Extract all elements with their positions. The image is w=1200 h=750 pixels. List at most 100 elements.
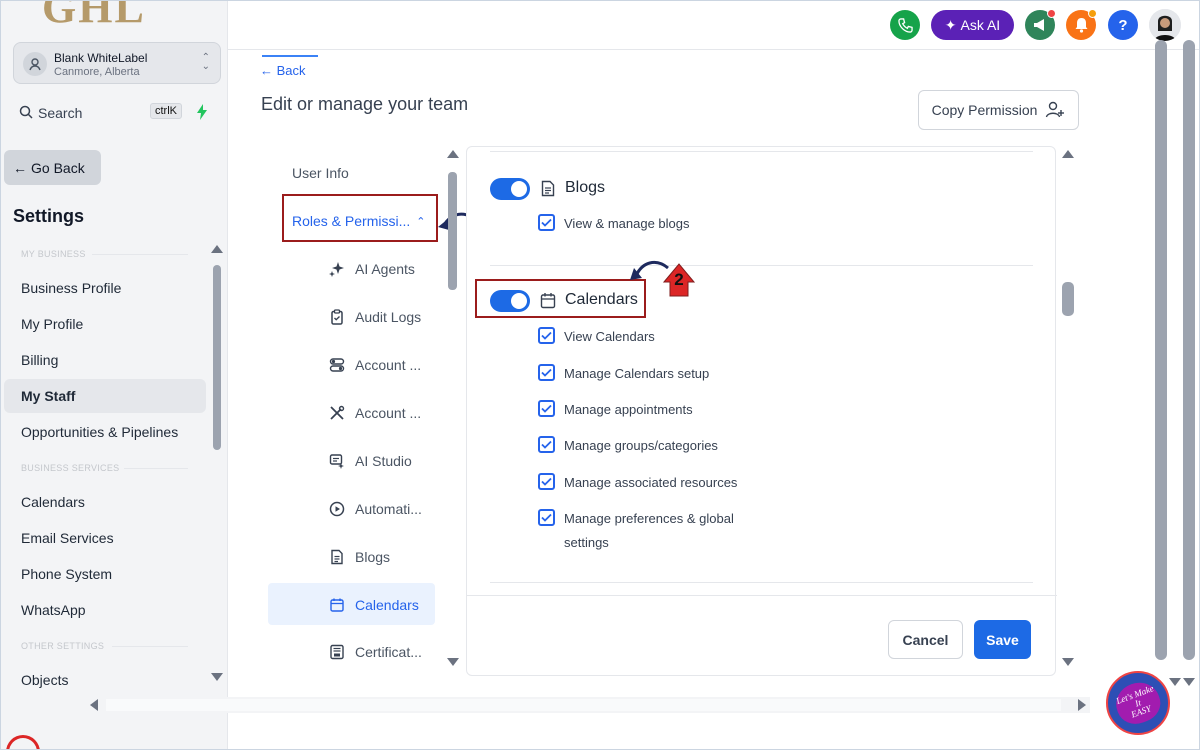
highlight-calendars-box bbox=[475, 279, 646, 318]
page-scroll-thumb[interactable] bbox=[1155, 40, 1167, 660]
sidebar-scroll-thumb[interactable] bbox=[213, 265, 221, 450]
perm-view-calendars[interactable]: View Calendars bbox=[538, 327, 764, 346]
scroll-down-arrow[interactable] bbox=[1062, 658, 1074, 666]
phone-icon bbox=[897, 17, 913, 33]
avatar[interactable] bbox=[1149, 9, 1181, 41]
perm-label: Manage appointments bbox=[564, 402, 693, 417]
announcements-button[interactable] bbox=[1025, 9, 1056, 40]
checkbox-checked[interactable] bbox=[538, 436, 555, 453]
settings-sidebar: GHL Blank WhiteLabel Canmore, Alberta ⌃ ⌄… bbox=[0, 0, 228, 750]
scroll-down-arrow[interactable] bbox=[211, 673, 223, 681]
subnav-calendars[interactable]: Calendars bbox=[329, 597, 419, 613]
location-icon bbox=[23, 52, 47, 76]
user-plus-icon bbox=[1046, 101, 1065, 118]
sidebar-scrollbar[interactable] bbox=[211, 245, 223, 685]
subnav-certificates[interactable]: Certificat... bbox=[329, 644, 422, 660]
notifications-button[interactable] bbox=[1066, 9, 1097, 40]
panel-scrollbar[interactable] bbox=[1061, 150, 1075, 670]
sidebar-item-opportunities[interactable]: Opportunities & Pipelines bbox=[4, 415, 206, 449]
subnav-blogs[interactable]: Blogs bbox=[329, 549, 390, 565]
megaphone-icon bbox=[1034, 19, 1044, 31]
subnav-label: Account ... bbox=[355, 405, 422, 421]
back-link[interactable]: ← Back bbox=[260, 63, 306, 78]
heart-icon: Let's Make It EASY bbox=[1110, 676, 1166, 730]
sidebar-item-phone-system[interactable]: Phone System bbox=[4, 557, 206, 591]
blogs-section-title: Blogs bbox=[540, 179, 605, 197]
blogs-title: Blogs bbox=[565, 179, 606, 196]
checkbox-checked[interactable] bbox=[538, 327, 555, 344]
bell-icon bbox=[1075, 18, 1087, 33]
window-scroll-thumb[interactable] bbox=[1183, 40, 1195, 660]
ask-ai-button[interactable]: ✦ Ask AI bbox=[931, 10, 1014, 40]
perm-manage-resources[interactable]: Manage associated resources bbox=[538, 473, 764, 492]
subnav-label: Audit Logs bbox=[355, 309, 422, 325]
arrow-left-icon: ← bbox=[13, 159, 27, 176]
scroll-up-arrow[interactable] bbox=[447, 150, 459, 158]
ai-studio-icon bbox=[329, 454, 344, 469]
perm-label: View & manage blogs bbox=[564, 216, 690, 231]
subnav-audit-logs[interactable]: Audit Logs bbox=[329, 309, 421, 325]
sidebar-item-calendars[interactable]: Calendars bbox=[4, 485, 206, 519]
scroll-right-arrow[interactable] bbox=[1078, 699, 1086, 711]
divider bbox=[490, 265, 1033, 266]
perm-label: Manage groups/categories bbox=[564, 438, 718, 453]
horizontal-scroll-thumb[interactable] bbox=[106, 699, 1061, 711]
page-scrollbar[interactable] bbox=[1155, 40, 1195, 690]
sidebar-item-whatsapp[interactable]: WhatsApp bbox=[4, 593, 206, 627]
scroll-up-arrow[interactable] bbox=[1062, 150, 1074, 158]
subnav-scrollbar[interactable] bbox=[446, 150, 460, 670]
cancel-button[interactable]: Cancel bbox=[888, 620, 963, 659]
notification-dot bbox=[1047, 9, 1056, 18]
scroll-left-arrow[interactable] bbox=[90, 699, 98, 711]
blogs-toggle[interactable] bbox=[490, 178, 530, 200]
subnav-automation[interactable]: Automati... bbox=[329, 501, 422, 517]
perm-manage-groups[interactable]: Manage groups/categories bbox=[538, 436, 764, 455]
page-title: Edit or manage your team bbox=[261, 94, 469, 114]
scroll-down-arrow[interactable] bbox=[1183, 678, 1195, 686]
search-shortcut: ctrlK bbox=[150, 103, 182, 119]
subnav-user-info[interactable]: User Info bbox=[292, 165, 349, 181]
go-back-label: Go Back bbox=[31, 159, 85, 176]
watermark-badge: Let's Make It EASY bbox=[1106, 671, 1170, 735]
subnav-ai-agents[interactable]: AI Agents bbox=[329, 261, 415, 277]
scroll-down-arrow[interactable] bbox=[447, 658, 459, 666]
perm-manage-appointments[interactable]: Manage appointments bbox=[538, 400, 764, 419]
phone-button[interactable] bbox=[890, 10, 920, 40]
sidebar-item-my-staff[interactable]: My Staff bbox=[4, 379, 206, 413]
subnav-scroll-thumb[interactable] bbox=[448, 172, 457, 290]
subnav-account-2[interactable]: Account ... bbox=[329, 405, 421, 421]
checkbox-checked[interactable] bbox=[538, 509, 555, 526]
divider bbox=[490, 582, 1033, 583]
quick-action-bolt-icon[interactable] bbox=[196, 104, 208, 123]
help-button[interactable]: ? bbox=[1108, 10, 1138, 40]
checkbox-checked[interactable] bbox=[538, 400, 555, 417]
panel-scroll-thumb[interactable] bbox=[1062, 282, 1074, 316]
section-business-services: BUSINESS SERVICES bbox=[21, 463, 120, 473]
sidebar-item-objects[interactable]: Objects bbox=[4, 663, 206, 697]
scroll-up-arrow[interactable] bbox=[211, 245, 223, 253]
search-input[interactable]: Search ctrlK bbox=[13, 99, 188, 126]
checkbox-checked[interactable] bbox=[538, 473, 555, 490]
sparkle-icon bbox=[329, 262, 344, 277]
checkbox-checked[interactable] bbox=[538, 214, 555, 231]
location-switcher[interactable]: Blank WhiteLabel Canmore, Alberta ⌃ ⌄ bbox=[13, 42, 221, 84]
sidebar-item-billing[interactable]: Billing bbox=[4, 343, 206, 377]
subnav-account-1[interactable]: Account ... bbox=[329, 357, 421, 373]
sidebar-item-business-profile[interactable]: Business Profile bbox=[4, 271, 206, 305]
subnav-ai-studio[interactable]: AI Studio bbox=[329, 453, 412, 469]
perm-manage-preferences[interactable]: Manage preferences & global settings bbox=[538, 509, 759, 555]
checkbox-checked[interactable] bbox=[538, 364, 555, 381]
sidebar-item-my-profile[interactable]: My Profile bbox=[4, 307, 206, 341]
go-back-button[interactable]: ← Go Back bbox=[4, 150, 101, 185]
settings-title: Settings bbox=[13, 206, 85, 226]
perm-view-manage-blogs[interactable]: View & manage blogs bbox=[538, 214, 764, 233]
sidebar-item-email-services[interactable]: Email Services bbox=[4, 521, 206, 555]
horizontal-scrollbar[interactable] bbox=[86, 697, 1090, 713]
perm-label: Manage Calendars setup bbox=[564, 366, 710, 381]
perm-manage-calendars-setup[interactable]: Manage Calendars setup bbox=[538, 364, 764, 383]
ask-ai-label: Ask AI bbox=[960, 17, 1001, 33]
scroll-down-arrow[interactable] bbox=[1169, 678, 1181, 686]
copy-permission-button[interactable]: Copy Permission bbox=[918, 90, 1079, 130]
save-button[interactable]: Save bbox=[974, 620, 1031, 659]
section-other-settings: OTHER SETTINGS bbox=[21, 641, 105, 651]
